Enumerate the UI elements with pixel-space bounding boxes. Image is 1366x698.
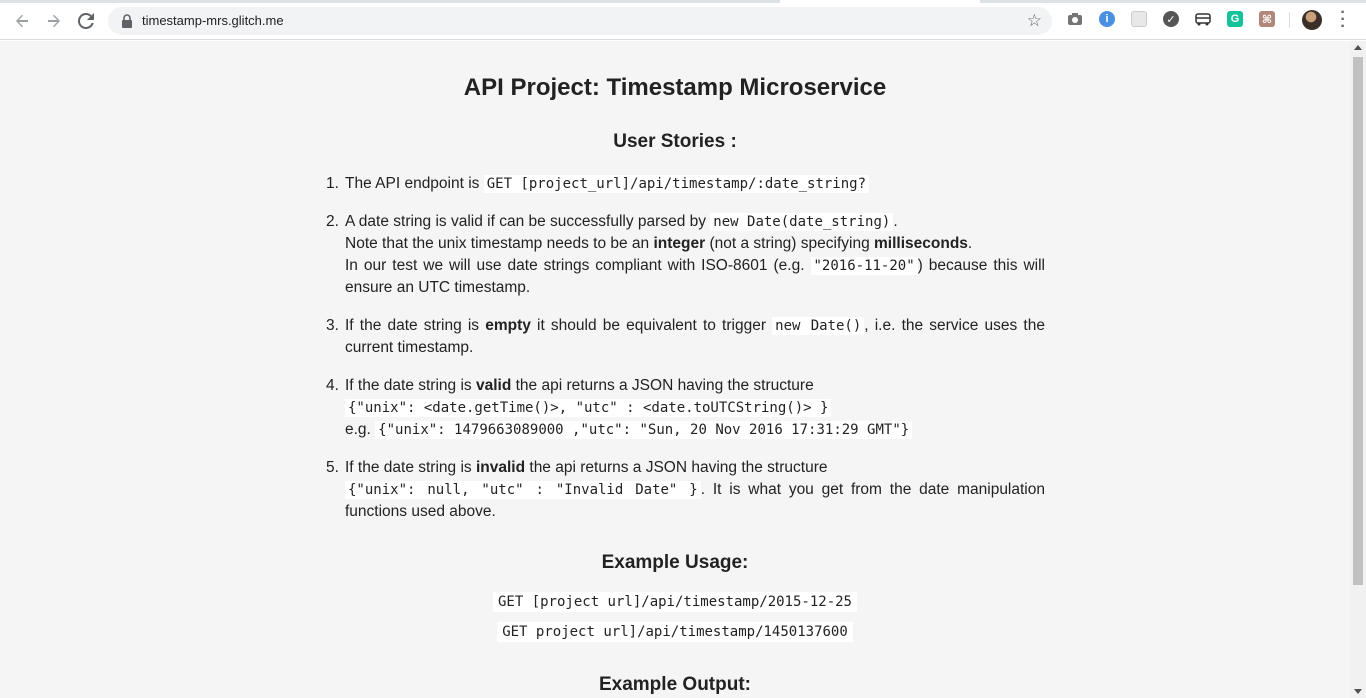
story-number: 2. <box>326 213 339 230</box>
usage-example-2: GET project url]/api/timestamp/145013760… <box>305 622 1045 642</box>
bus-extension-icon[interactable] <box>1195 11 1211 27</box>
scroll-thumb[interactable] <box>1353 57 1363 585</box>
reload-icon[interactable] <box>75 10 97 32</box>
feather-extension-icon[interactable]: ✓ <box>1163 11 1179 27</box>
story-item-2: 2. A date string is valid if can be succ… <box>326 213 1046 296</box>
story-item-3: 3. If the date string is empty it should… <box>326 317 1045 356</box>
story-number: 5. <box>326 459 339 476</box>
address-bar[interactable]: timestamp-mrs.glitch.me ☆ <box>108 7 1052 35</box>
browser-toolbar: timestamp-mrs.glitch.me ☆ i ✓ G ⌘ · · · <box>0 0 1366 40</box>
inline-code: {"unix": null, "utc" : "Invalid Date" } <box>345 481 701 499</box>
inline-code: {"unix": <date.getTime()>, "utc" : <date… <box>345 399 832 417</box>
lock-icon <box>122 14 132 28</box>
grid-extension-icon[interactable] <box>1131 11 1147 27</box>
story-item-4: 4. If the date string is valid the api r… <box>305 375 1045 441</box>
story-number: 3. <box>326 317 339 334</box>
user-stories-list: 1. The API endpoint is GET [project_url]… <box>305 173 1045 539</box>
inline-code: "2016-11-20" <box>810 257 918 275</box>
story-item-5: 5. If the date string is invalid the api… <box>326 459 1045 520</box>
active-tab-edge[interactable] <box>780 0 980 3</box>
vertical-scrollbar[interactable] <box>1350 41 1366 698</box>
inline-code: new Date() <box>772 317 865 335</box>
scroll-up-arrow-icon[interactable] <box>1354 45 1362 50</box>
inline-code: {"unix": 1479663089000 ,"utc": "Sun, 20 … <box>375 421 913 439</box>
story-item-1: 1. The API endpoint is GET [project_url]… <box>305 173 1045 195</box>
tab-strip <box>0 0 1366 3</box>
toolbar-divider <box>1289 12 1290 28</box>
pdf-extension-icon[interactable]: ⌘ <box>1259 11 1275 27</box>
story-number: 1. <box>326 175 339 192</box>
grammarly-extension-icon[interactable]: G <box>1227 11 1243 27</box>
user-stories-heading: User Stories : <box>613 131 737 152</box>
example-output-heading: Example Output: <box>598 674 751 695</box>
usage-example-1: GET [project url]/api/timestamp/2015-12-… <box>305 592 1045 612</box>
forward-arrow-icon[interactable] <box>43 10 65 32</box>
profile-avatar[interactable] <box>1302 10 1322 30</box>
example-usage-heading: Example Usage: <box>601 552 749 573</box>
story-number: 4. <box>326 377 339 394</box>
bookmark-star-icon[interactable]: ☆ <box>1027 11 1042 31</box>
page-viewport: API Project: Timestamp Microservice User… <box>0 41 1350 698</box>
page-title: API Project: Timestamp Microservice <box>463 74 887 101</box>
camera-extension-icon[interactable] <box>1067 11 1083 27</box>
url-text[interactable]: timestamp-mrs.glitch.me <box>142 13 284 28</box>
info-extension-icon[interactable]: i <box>1099 11 1115 27</box>
chrome-menu-icon[interactable]: · · · <box>1337 5 1349 35</box>
back-arrow-icon[interactable] <box>11 10 33 32</box>
endpoint-code: GET [project_url]/api/timestamp/:date_st… <box>483 175 870 193</box>
scroll-down-arrow-icon[interactable] <box>1354 689 1362 694</box>
inline-code: new Date(date_string) <box>710 213 894 231</box>
